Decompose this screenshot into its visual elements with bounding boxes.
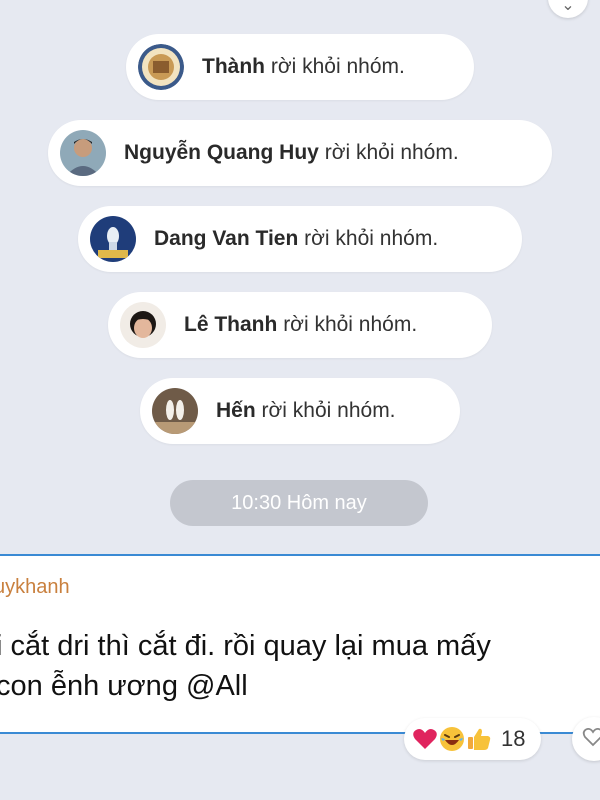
heart-icon bbox=[412, 726, 438, 752]
thumbs-up-icon bbox=[466, 726, 492, 752]
notice-action: rời khỏi nhóm. bbox=[270, 55, 405, 78]
notice-action: rời khỏi nhóm. bbox=[261, 399, 396, 422]
system-notice: Hến rời khỏi nhóm. bbox=[140, 378, 460, 444]
member-name[interactable]: Thành bbox=[202, 55, 265, 78]
scroll-down-button[interactable]: ⌄ bbox=[548, 0, 588, 18]
chevron-down-icon: ⌄ bbox=[561, 0, 575, 14]
member-name[interactable]: Lê Thanh bbox=[184, 313, 277, 336]
message-bubble[interactable]: uykhanh i cắt dri thì cắt đi. rồi quay l… bbox=[0, 554, 600, 734]
avatar[interactable] bbox=[90, 216, 136, 262]
system-notice: Thành rời khỏi nhóm. bbox=[126, 34, 474, 100]
notice-action: rời khỏi nhóm. bbox=[283, 313, 418, 336]
timestamp-divider: 10:30 Hôm nay bbox=[170, 480, 428, 526]
system-notice: Dang Van Tien rời khỏi nhóm. bbox=[78, 206, 522, 272]
avatar[interactable] bbox=[60, 130, 106, 176]
reaction-count: 18 bbox=[501, 726, 526, 751]
notice-action: rời khỏi nhóm. bbox=[304, 227, 439, 250]
avatar[interactable] bbox=[120, 302, 166, 348]
avatar[interactable] bbox=[152, 388, 198, 434]
heart-outline-icon bbox=[582, 726, 600, 753]
message-text-line: i cắt dri thì cắt đi. rồi quay lại mua m… bbox=[0, 630, 491, 662]
member-name[interactable]: Hến bbox=[216, 399, 256, 422]
reaction-summary[interactable]: 18 bbox=[404, 718, 542, 760]
laughing-face-icon bbox=[439, 726, 465, 752]
system-notice: Nguyễn Quang Huy rời khỏi nhóm. bbox=[48, 120, 552, 186]
member-name[interactable]: Dang Van Tien bbox=[154, 227, 298, 250]
system-notice: Lê Thanh rời khỏi nhóm. bbox=[108, 292, 492, 358]
avatar[interactable] bbox=[138, 44, 184, 90]
sender-name[interactable]: uykhanh bbox=[0, 576, 70, 599]
notice-action: rời khỏi nhóm. bbox=[324, 141, 459, 164]
member-name[interactable]: Nguyễn Quang Huy bbox=[124, 141, 319, 164]
message-text-line: con ễnh ương @All bbox=[0, 670, 248, 702]
